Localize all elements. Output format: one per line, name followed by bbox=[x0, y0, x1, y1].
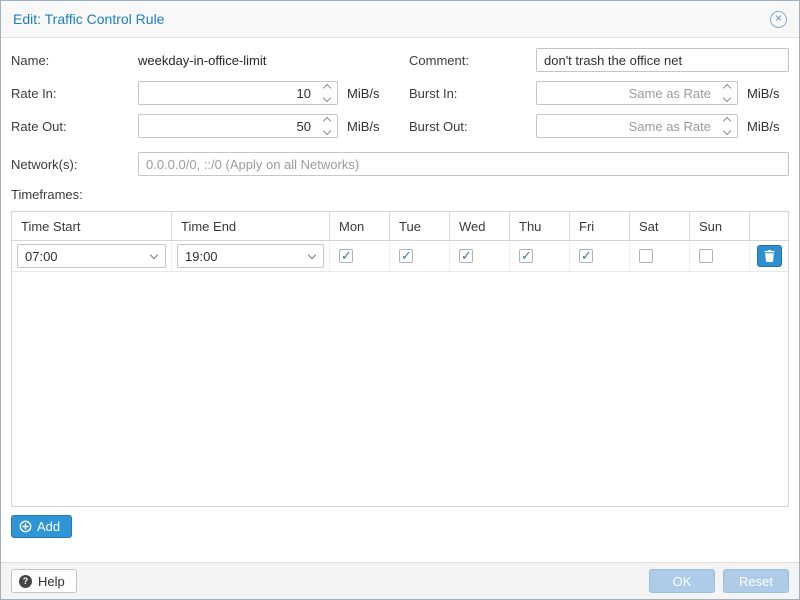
add-icon bbox=[19, 520, 32, 533]
table-row: 07:00 19:00 bbox=[12, 241, 788, 272]
checkbox-fri[interactable] bbox=[579, 249, 593, 263]
delete-row-button[interactable] bbox=[757, 245, 782, 267]
burst-out-spinner-field bbox=[536, 114, 738, 138]
checkbox-sat[interactable] bbox=[639, 249, 653, 263]
column-header-mon: Mon bbox=[330, 212, 390, 240]
add-button-label: Add bbox=[37, 519, 60, 534]
burst-out-spinner[interactable] bbox=[716, 115, 737, 137]
column-header-fri: Fri bbox=[570, 212, 630, 240]
dialog-footer: ? Help OK Reset bbox=[1, 562, 799, 599]
day-cell-sun bbox=[690, 241, 750, 271]
form: Name: weekday-in-office-limit Comment: R… bbox=[11, 48, 789, 138]
checkbox-tue[interactable] bbox=[399, 249, 413, 263]
rate-out-spinner[interactable] bbox=[316, 115, 337, 137]
actions-cell bbox=[750, 241, 788, 271]
checkbox-mon[interactable] bbox=[339, 249, 353, 263]
spinner-down-icon bbox=[322, 94, 330, 102]
rate-out-input[interactable] bbox=[138, 114, 338, 138]
name-label: Name: bbox=[11, 53, 138, 68]
comment-label: Comment: bbox=[409, 53, 536, 68]
day-cell-sat bbox=[630, 241, 690, 271]
day-cell-thu bbox=[510, 241, 570, 271]
rate-in-field-row: Rate In: MiB/s bbox=[11, 81, 391, 105]
reset-button[interactable]: Reset bbox=[723, 569, 789, 593]
time-start-combo[interactable]: 07:00 bbox=[17, 244, 166, 268]
burst-in-unit: MiB/s bbox=[747, 86, 780, 101]
table-header-row: Time Start Time End Mon Tue Wed Thu Fri … bbox=[12, 212, 788, 241]
burst-in-spinner-field bbox=[536, 81, 738, 105]
spinner-down-icon bbox=[722, 127, 730, 135]
trash-icon bbox=[764, 250, 775, 262]
timeframes-table: Time Start Time End Mon Tue Wed Thu Fri … bbox=[11, 211, 789, 507]
time-end-value: 19:00 bbox=[185, 249, 218, 264]
column-header-wed: Wed bbox=[450, 212, 510, 240]
spinner-up-icon bbox=[322, 117, 330, 125]
rate-in-unit: MiB/s bbox=[347, 86, 380, 101]
help-button-label: Help bbox=[38, 574, 65, 589]
chevron-down-icon bbox=[150, 251, 158, 259]
help-button[interactable]: ? Help bbox=[11, 569, 77, 593]
rate-out-spinner-field bbox=[138, 114, 338, 138]
column-header-tue: Tue bbox=[390, 212, 450, 240]
timeframes-label: Timeframes: bbox=[11, 187, 789, 205]
burst-out-label: Burst Out: bbox=[409, 119, 536, 134]
add-button[interactable]: Add bbox=[11, 515, 72, 538]
column-header-thu: Thu bbox=[510, 212, 570, 240]
day-cell-tue bbox=[390, 241, 450, 271]
day-cell-wed bbox=[450, 241, 510, 271]
rate-in-spinner[interactable] bbox=[316, 82, 337, 104]
time-end-combo[interactable]: 19:00 bbox=[177, 244, 324, 268]
day-cell-fri bbox=[570, 241, 630, 271]
column-header-time-start: Time Start bbox=[12, 212, 172, 240]
rate-out-field-row: Rate Out: MiB/s bbox=[11, 114, 391, 138]
column-header-sun: Sun bbox=[690, 212, 750, 240]
dialog-body: Name: weekday-in-office-limit Comment: R… bbox=[1, 38, 799, 562]
spinner-down-icon bbox=[322, 127, 330, 135]
burst-out-input[interactable] bbox=[536, 114, 738, 138]
burst-out-field-row: Burst Out: MiB/s bbox=[409, 114, 789, 138]
day-cell-mon bbox=[330, 241, 390, 271]
comment-input[interactable] bbox=[536, 48, 789, 72]
rate-out-unit: MiB/s bbox=[347, 119, 380, 134]
checkbox-sun[interactable] bbox=[699, 249, 713, 263]
networks-label: Network(s): bbox=[11, 157, 138, 172]
checkbox-thu[interactable] bbox=[519, 249, 533, 263]
ok-button[interactable]: OK bbox=[649, 569, 715, 593]
table-empty-area bbox=[12, 272, 788, 506]
burst-in-input[interactable] bbox=[536, 81, 738, 105]
spinner-down-icon bbox=[722, 94, 730, 102]
dialog-title: Edit: Traffic Control Rule bbox=[13, 11, 164, 27]
name-field-row: Name: weekday-in-office-limit bbox=[11, 48, 391, 72]
comment-field-row: Comment: bbox=[409, 48, 789, 72]
networks-field-row: Network(s): bbox=[11, 152, 789, 176]
burst-in-label: Burst In: bbox=[409, 86, 536, 101]
chevron-down-icon bbox=[308, 251, 316, 259]
column-header-sat: Sat bbox=[630, 212, 690, 240]
rate-in-label: Rate In: bbox=[11, 86, 138, 101]
spinner-up-icon bbox=[722, 84, 730, 92]
spinner-up-icon bbox=[722, 117, 730, 125]
column-header-actions bbox=[750, 212, 788, 240]
time-start-value: 07:00 bbox=[25, 249, 58, 264]
burst-in-field-row: Burst In: MiB/s bbox=[409, 81, 789, 105]
rate-in-input[interactable] bbox=[138, 81, 338, 105]
spinner-up-icon bbox=[322, 84, 330, 92]
help-icon: ? bbox=[19, 575, 32, 588]
networks-input[interactable] bbox=[138, 152, 789, 176]
time-start-cell: 07:00 bbox=[12, 241, 172, 271]
time-end-cell: 19:00 bbox=[172, 241, 330, 271]
burst-out-unit: MiB/s bbox=[747, 119, 780, 134]
burst-in-spinner[interactable] bbox=[716, 82, 737, 104]
checkbox-wed[interactable] bbox=[459, 249, 473, 263]
dialog-header: Edit: Traffic Control Rule × bbox=[1, 1, 799, 38]
rate-out-label: Rate Out: bbox=[11, 119, 138, 134]
edit-traffic-control-rule-dialog: Edit: Traffic Control Rule × Name: weekd… bbox=[0, 0, 800, 600]
column-header-time-end: Time End bbox=[172, 212, 330, 240]
name-value: weekday-in-office-limit bbox=[138, 53, 266, 68]
rate-in-spinner-field bbox=[138, 81, 338, 105]
close-icon[interactable]: × bbox=[770, 11, 787, 28]
